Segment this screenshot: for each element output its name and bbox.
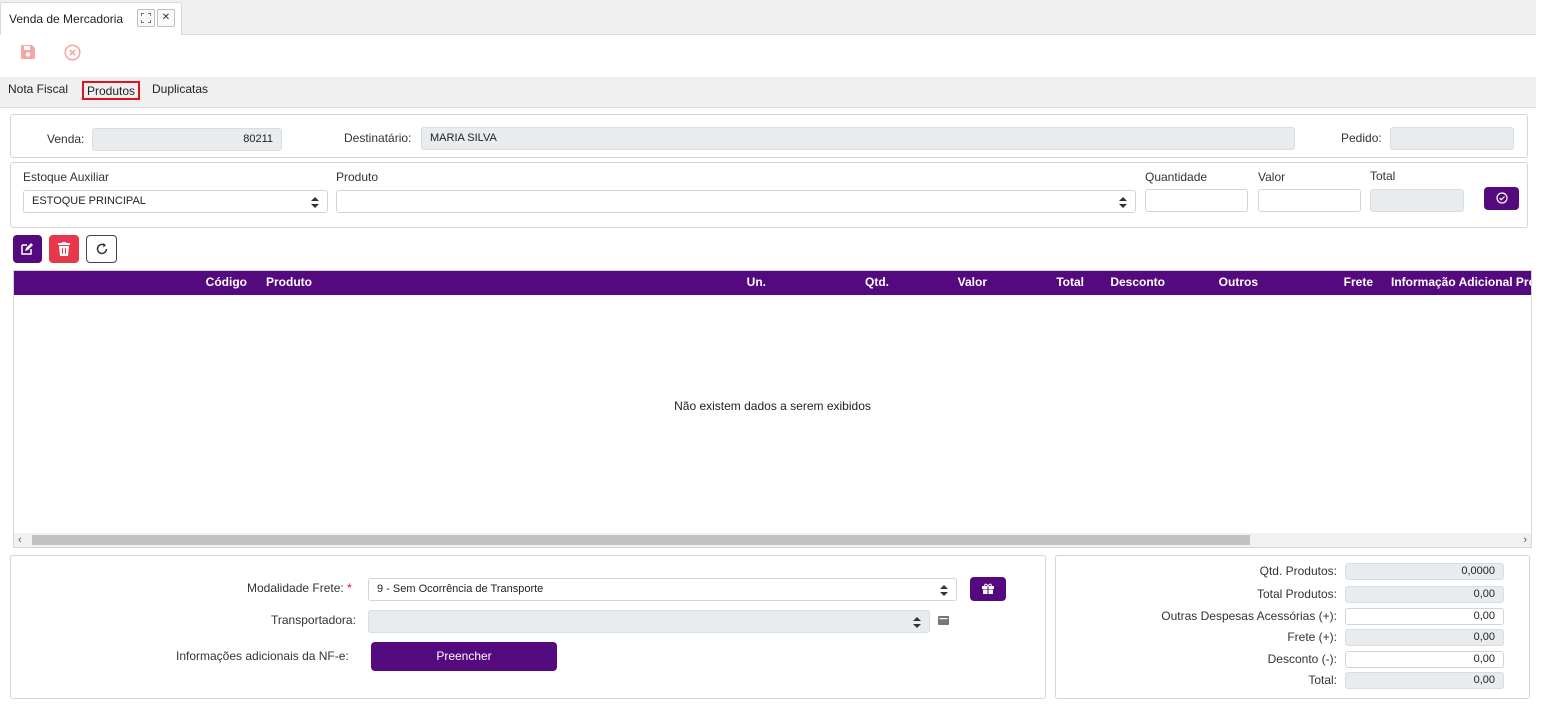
destinatario-field: MARIA SILVA [421, 127, 1295, 150]
qtd-produtos-value: 0,0000 [1345, 563, 1504, 580]
desconto-input[interactable]: 0,00 [1345, 651, 1504, 668]
close-icon[interactable]: ✕ [157, 9, 175, 27]
form-tabs: Nota Fiscal Produtos Duplicatas [0, 77, 1536, 108]
total-produtos-value: 0,00 [1345, 586, 1504, 603]
products-grid: Código Produto Un. Qtd. Valor Total Desc… [13, 270, 1532, 548]
gift-icon [982, 583, 994, 594]
transportadora-info-icon[interactable] [938, 616, 949, 625]
refresh-button[interactable] [86, 235, 117, 263]
modalidade-frete-label: Modalidade Frete: * [247, 581, 352, 595]
column-codigo[interactable]: Código [206, 275, 247, 289]
required-marker: * [347, 581, 352, 595]
window-tab-strip [0, 0, 1536, 35]
column-informacao-adicional[interactable]: Informação Adicional Pro [1391, 275, 1531, 289]
product-entry-panel: Estoque Auxiliar ESTOQUE PRINCIPAL Produ… [10, 162, 1528, 228]
select-arrows-icon [311, 191, 319, 212]
pedido-label: Pedido: [1341, 131, 1382, 145]
scroll-right-icon[interactable]: › [1523, 533, 1527, 547]
transportadora-label: Transportadora: [271, 613, 356, 627]
column-frete[interactable]: Frete [1344, 275, 1373, 289]
outras-despesas-input[interactable]: 0,00 [1345, 608, 1504, 625]
column-qtd[interactable]: Qtd. [865, 275, 889, 289]
window-tab[interactable]: Venda de Mercadoria ✕ [0, 2, 182, 35]
column-outros[interactable]: Outros [1219, 275, 1258, 289]
total-label: Total: [1308, 673, 1337, 687]
window-tab-title: Venda de Mercadoria [9, 12, 124, 26]
cancel-circle-icon[interactable] [64, 44, 82, 62]
scroll-left-icon[interactable]: ‹ [18, 533, 22, 547]
valor-input[interactable] [1258, 189, 1361, 212]
grid-horizontal-scrollbar[interactable]: ‹ › [14, 533, 1531, 547]
destinatario-label: Destinatário: [344, 131, 412, 145]
column-valor[interactable]: Valor [958, 275, 987, 289]
modalidade-frete-select[interactable]: 9 - Sem Ocorrência de Transporte [368, 578, 957, 601]
frete-label: Frete (+): [1287, 630, 1337, 644]
total-produtos-label: Total Produtos: [1256, 587, 1337, 601]
venda-label: Venda: [47, 132, 85, 146]
select-arrows-icon [1119, 191, 1127, 212]
estoque-label: Estoque Auxiliar [23, 170, 110, 184]
totals-panel: Qtd. Produtos: 0,0000 Total Produtos: 0,… [1055, 555, 1530, 699]
pedido-field [1390, 127, 1514, 150]
freight-panel: Modalidade Frete: * 9 - Sem Ocorrência d… [10, 555, 1046, 699]
tab-produtos[interactable]: Produtos [82, 81, 141, 100]
column-total[interactable]: Total [1056, 275, 1084, 289]
save-icon[interactable] [20, 44, 38, 62]
quantidade-input[interactable] [1145, 189, 1248, 212]
outras-despesas-label: Outras Despesas Acessórias (+): [1161, 609, 1337, 623]
scrollbar-thumb[interactable] [32, 535, 1250, 545]
column-produto[interactable]: Produto [266, 275, 312, 289]
freight-details-button[interactable] [970, 577, 1006, 601]
confirm-add-button[interactable] [1484, 187, 1519, 210]
grid-empty-message: Não existem dados a serem exibidos [674, 399, 871, 413]
tab-duplicatas[interactable]: Duplicatas [149, 81, 211, 100]
delete-button[interactable] [49, 235, 79, 263]
check-circle-icon [1495, 192, 1508, 204]
info-adicionais-label: Informações adicionais da NF-e: [176, 649, 349, 663]
frete-value: 0,00 [1345, 629, 1504, 646]
column-desconto[interactable]: Desconto [1110, 275, 1165, 289]
quantidade-label: Quantidade [1145, 170, 1208, 184]
sale-header-panel: Venda: 80211 Destinatário: MARIA SILVA P… [10, 114, 1528, 158]
tab-nota-fiscal[interactable]: Nota Fiscal [5, 81, 71, 100]
estoque-select[interactable]: ESTOQUE PRINCIPAL [23, 190, 328, 213]
column-un[interactable]: Un. [747, 275, 766, 289]
desconto-label: Desconto (-): [1267, 652, 1337, 666]
total-value: 0,00 [1345, 672, 1504, 689]
refresh-icon [96, 243, 108, 255]
total-field [1370, 189, 1464, 212]
select-arrows-icon [940, 579, 948, 600]
estoque-select-value: ESTOQUE PRINCIPAL [32, 195, 146, 207]
venda-field: 80211 [92, 128, 282, 151]
edit-icon [21, 243, 33, 255]
valor-label: Valor [1258, 170, 1286, 184]
grid-header: Código Produto Un. Qtd. Valor Total Desc… [14, 271, 1531, 295]
qtd-produtos-label: Qtd. Produtos: [1259, 564, 1337, 578]
produto-label: Produto [336, 170, 379, 184]
trash-icon [58, 242, 70, 256]
produto-select[interactable] [336, 190, 1136, 213]
edit-button[interactable] [13, 235, 42, 263]
transportadora-select[interactable] [368, 610, 930, 633]
select-arrows-icon [913, 611, 921, 632]
preencher-button[interactable]: Preencher [371, 642, 557, 671]
total-label: Total [1370, 169, 1396, 183]
maximize-icon[interactable] [137, 9, 155, 27]
modalidade-frete-value: 9 - Sem Ocorrência de Transporte [377, 583, 544, 595]
